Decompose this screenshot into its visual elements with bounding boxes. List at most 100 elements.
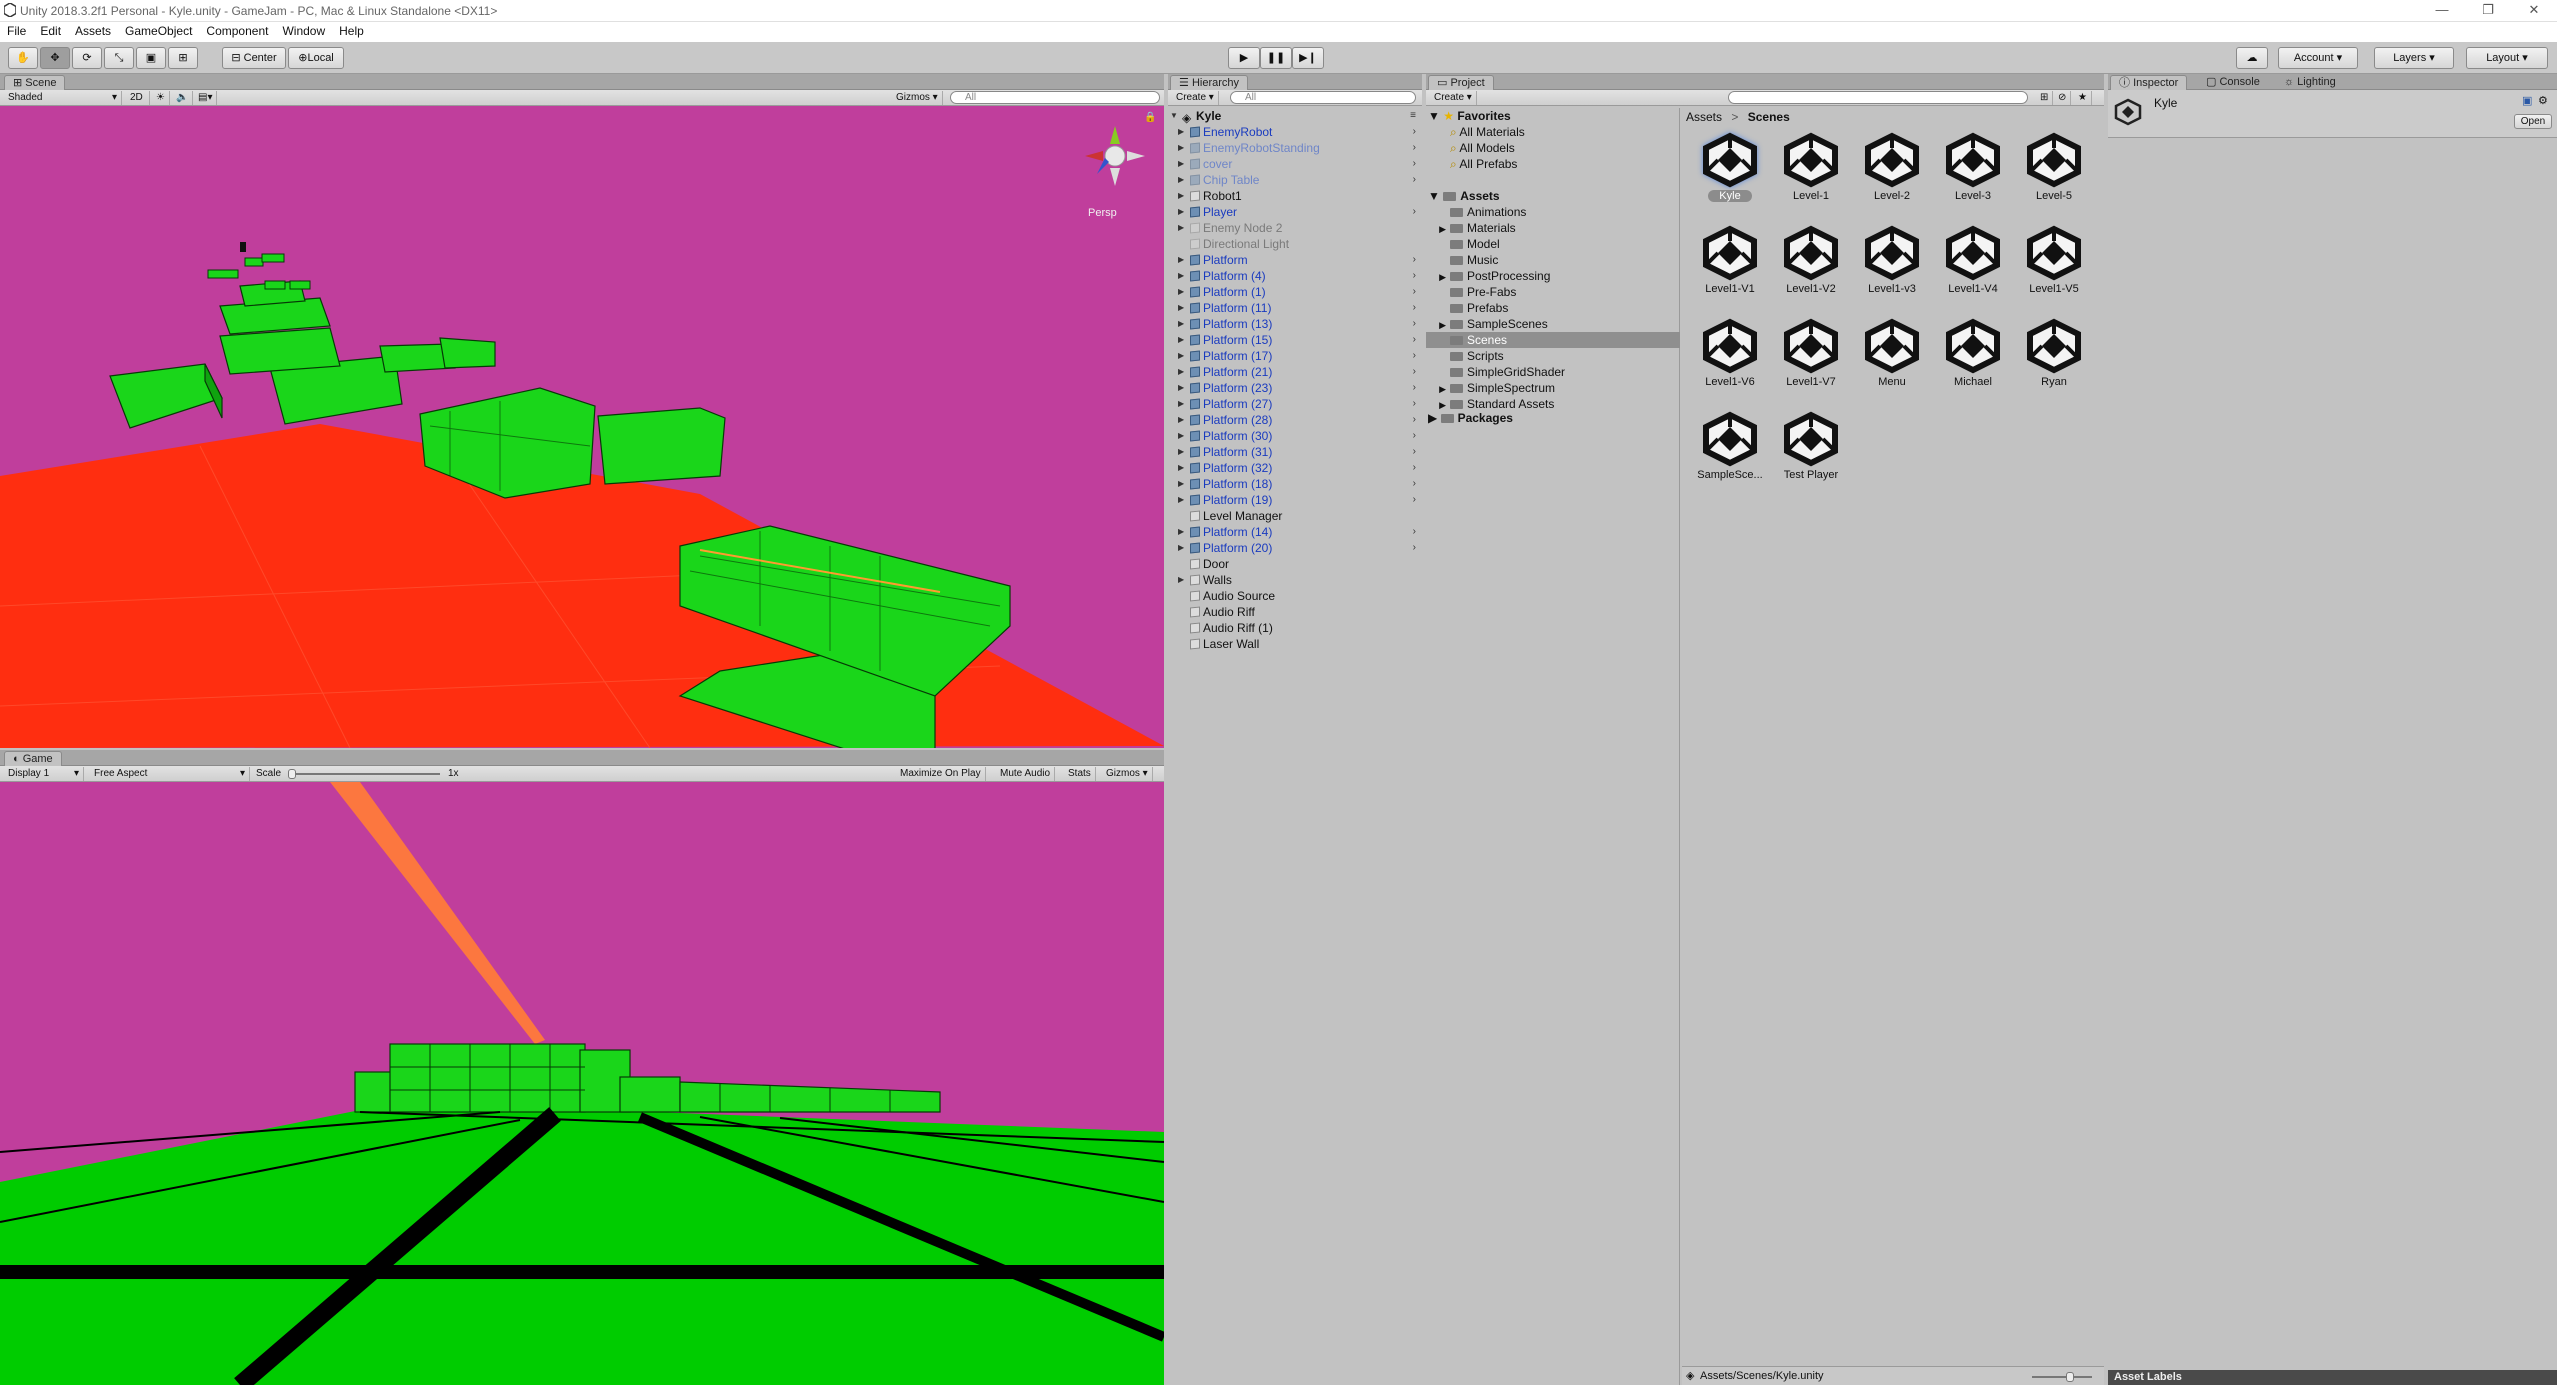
- chevron-right-icon[interactable]: ›: [1413, 172, 1416, 188]
- hierarchy-item[interactable]: ▶ Platform (4) ›: [1168, 268, 1422, 284]
- expand-arrow-icon[interactable]: ▶: [1178, 572, 1184, 588]
- expand-arrow-icon[interactable]: ▶: [1178, 412, 1184, 428]
- open-button[interactable]: Open: [2514, 114, 2552, 129]
- hierarchy-item[interactable]: ▶ Platform (17) ›: [1168, 348, 1422, 364]
- favorite-item[interactable]: ⌕ All Materials: [1450, 124, 1525, 140]
- scene-asset[interactable]: Level-5: [2014, 130, 2094, 220]
- hierarchy-item[interactable]: ▶ Platform (28) ›: [1168, 412, 1422, 428]
- hierarchy-create-dropdown[interactable]: Create ▾: [1172, 91, 1219, 105]
- hierarchy-item[interactable]: Audio Source: [1168, 588, 1422, 604]
- menu-help[interactable]: Help: [332, 22, 371, 40]
- expand-arrow-icon[interactable]: ▶: [1178, 476, 1184, 492]
- breadcrumb-assets[interactable]: Assets: [1686, 110, 1722, 124]
- chevron-right-icon[interactable]: ›: [1413, 284, 1416, 300]
- hierarchy-item[interactable]: ▶ Platform (23) ›: [1168, 380, 1422, 396]
- chevron-right-icon[interactable]: ›: [1413, 140, 1416, 156]
- maximize-on-play-toggle[interactable]: Maximize On Play: [896, 767, 986, 781]
- effects-toggle-icon[interactable]: ▤▾: [194, 91, 218, 105]
- scene-asset[interactable]: Menu: [1852, 316, 1932, 406]
- menu-file[interactable]: File: [0, 22, 33, 40]
- step-button[interactable]: ▶❙: [1292, 47, 1324, 69]
- hierarchy-item[interactable]: Laser Wall: [1168, 636, 1422, 652]
- hierarchy-item[interactable]: ▶ Platform (1) ›: [1168, 284, 1422, 300]
- expand-arrow-icon[interactable]: ▶: [1178, 396, 1184, 412]
- scene-search-input[interactable]: All: [950, 91, 1160, 104]
- chevron-right-icon[interactable]: ›: [1413, 412, 1416, 428]
- expand-arrow-icon[interactable]: ▶: [1426, 221, 1450, 237]
- scale-tool-button[interactable]: ⤡: [104, 47, 134, 69]
- hierarchy-item[interactable]: ▶ Platform (13) ›: [1168, 316, 1422, 332]
- inspector-help-icon[interactable]: ▣: [2522, 94, 2532, 107]
- scale-slider-handle[interactable]: [288, 769, 296, 779]
- scene-menu-icon[interactable]: ≡: [1410, 108, 1416, 124]
- expand-arrow-icon[interactable]: ▶: [1178, 156, 1184, 172]
- chevron-right-icon[interactable]: ›: [1413, 380, 1416, 396]
- expand-arrow-icon[interactable]: ▶: [1178, 124, 1184, 140]
- hierarchy-scene-row[interactable]: ▼ ◈ Kyle ≡: [1168, 108, 1422, 125]
- expand-arrow-icon[interactable]: ▶: [1178, 380, 1184, 396]
- chevron-right-icon[interactable]: ›: [1413, 540, 1416, 556]
- audio-toggle-icon[interactable]: 🔈: [172, 91, 194, 105]
- breadcrumb-scenes[interactable]: Scenes: [1748, 110, 1790, 124]
- expand-arrow-icon[interactable]: ▶: [1178, 172, 1184, 188]
- tab-console[interactable]: ▢ Console: [2198, 75, 2268, 90]
- 2d-toggle[interactable]: 2D: [126, 91, 150, 105]
- project-folder-samplescenes[interactable]: ▶ SampleScenes: [1426, 316, 1680, 332]
- chevron-right-icon[interactable]: ›: [1413, 476, 1416, 492]
- project-folder-animations[interactable]: Animations: [1426, 204, 1680, 220]
- icon-size-slider-handle[interactable]: [2066, 1372, 2074, 1382]
- project-create-dropdown[interactable]: Create ▾: [1430, 91, 1477, 105]
- hierarchy-item[interactable]: Directional Light: [1168, 236, 1422, 252]
- chevron-right-icon[interactable]: ›: [1413, 300, 1416, 316]
- project-folder-prefabs[interactable]: Prefabs: [1426, 300, 1680, 316]
- favorites-header[interactable]: ▼ ★ Favorites: [1428, 108, 1511, 124]
- expand-arrow-icon[interactable]: ▶: [1178, 268, 1184, 284]
- tab-scene[interactable]: ⊞ Scene: [4, 75, 66, 90]
- expand-arrow-icon[interactable]: ▶: [1178, 220, 1184, 236]
- chevron-right-icon[interactable]: ›: [1413, 428, 1416, 444]
- expand-arrow-icon[interactable]: ▶: [1178, 348, 1184, 364]
- hierarchy-item[interactable]: Audio Riff: [1168, 604, 1422, 620]
- expand-arrow-icon[interactable]: ▶: [1426, 317, 1450, 333]
- hand-tool-button[interactable]: ✋: [8, 47, 38, 69]
- minimize-button[interactable]: —: [2420, 2, 2464, 20]
- chevron-right-icon[interactable]: ›: [1413, 268, 1416, 284]
- transform-tool-button[interactable]: ⊞: [168, 47, 198, 69]
- hierarchy-item[interactable]: ▶ Platform (27) ›: [1168, 396, 1422, 412]
- shading-mode-dropdown[interactable]: Shaded ▾: [4, 91, 122, 105]
- expand-arrow-icon[interactable]: ▶: [1426, 269, 1450, 285]
- project-folder-pre-fabs[interactable]: Pre-Fabs: [1426, 284, 1680, 300]
- expand-arrow-icon[interactable]: ▶: [1178, 332, 1184, 348]
- restore-button[interactable]: ❐: [2466, 2, 2510, 20]
- hierarchy-item[interactable]: ▶ Player ›: [1168, 204, 1422, 220]
- chevron-right-icon[interactable]: ›: [1413, 156, 1416, 172]
- hierarchy-item[interactable]: Audio Riff (1): [1168, 620, 1422, 636]
- project-folder-simplegridshader[interactable]: SimpleGridShader: [1426, 364, 1680, 380]
- persp-label[interactable]: Persp: [1088, 207, 1117, 219]
- game-viewport[interactable]: [0, 782, 1164, 1385]
- aspect-dropdown[interactable]: Free Aspect ▾: [90, 767, 250, 781]
- hierarchy-item[interactable]: ▶ EnemyRobotStanding ›: [1168, 140, 1422, 156]
- scene-asset[interactable]: Level-1: [1771, 130, 1851, 220]
- expand-arrow-icon[interactable]: ▶: [1428, 411, 1437, 425]
- filter-label-icon[interactable]: ⊘: [2054, 91, 2072, 105]
- scene-asset[interactable]: Ryan: [2014, 316, 2094, 406]
- project-folder-scenes[interactable]: Scenes: [1426, 332, 1680, 348]
- expand-arrow-icon[interactable]: ▶: [1178, 428, 1184, 444]
- favorite-item[interactable]: ⌕ All Prefabs: [1450, 156, 1517, 172]
- tab-project[interactable]: ▭ Project: [1428, 75, 1494, 90]
- hierarchy-item[interactable]: ▶ Platform (19) ›: [1168, 492, 1422, 508]
- expand-arrow-icon[interactable]: ▶: [1178, 140, 1184, 156]
- close-button[interactable]: ✕: [2512, 2, 2556, 20]
- chevron-right-icon[interactable]: ›: [1413, 204, 1416, 220]
- rect-tool-button[interactable]: ▣: [136, 47, 166, 69]
- layout-dropdown[interactable]: Layout ▾: [2466, 47, 2548, 69]
- assets-header[interactable]: ▼ Assets: [1428, 188, 1500, 204]
- expand-arrow-icon[interactable]: ▼: [1428, 109, 1440, 123]
- menu-edit[interactable]: Edit: [33, 22, 68, 40]
- expand-arrow-icon[interactable]: ▶: [1178, 284, 1184, 300]
- project-folder-scripts[interactable]: Scripts: [1426, 348, 1680, 364]
- project-folder-simplespectrum[interactable]: ▶ SimpleSpectrum: [1426, 380, 1680, 396]
- lighting-toggle-icon[interactable]: ☀: [152, 91, 170, 105]
- hierarchy-item[interactable]: ▶ EnemyRobot ›: [1168, 124, 1422, 140]
